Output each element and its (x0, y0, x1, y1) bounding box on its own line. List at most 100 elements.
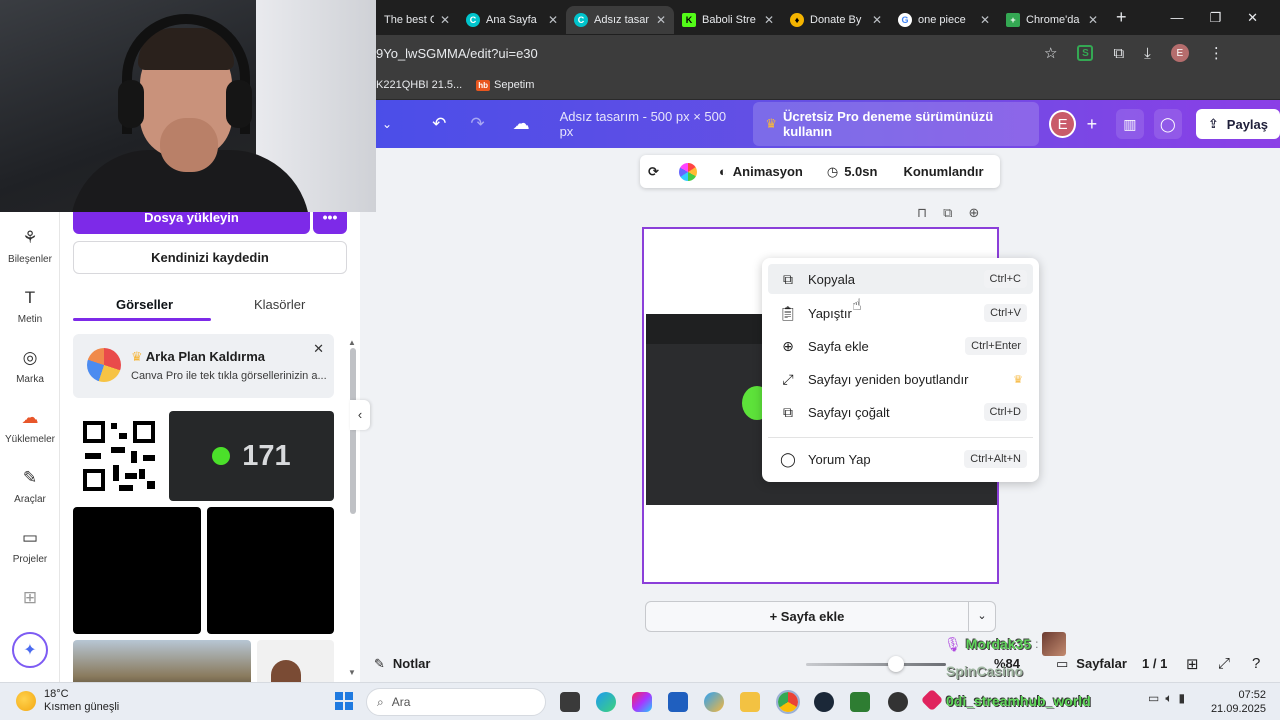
app-diamond-icon[interactable] (920, 688, 944, 712)
panel-scrollbar[interactable] (350, 348, 356, 514)
close-icon[interactable]: ✕ (313, 341, 324, 357)
menu-item-resize-page[interactable]: ⤢ Sayfayı yeniden boyutlandır ♛ (768, 364, 1033, 394)
redo-icon[interactable]: ↷ (470, 114, 484, 134)
record-yourself-button[interactable]: Kendinizi kaydedin (73, 241, 347, 274)
maximize-icon[interactable]: ❐ (1209, 10, 1221, 26)
obs-icon[interactable] (888, 692, 908, 712)
close-window-icon[interactable]: ✕ (1247, 10, 1258, 26)
close-icon[interactable]: ✕ (764, 13, 774, 27)
network-icon[interactable]: ▭ (1148, 691, 1159, 706)
excel-icon[interactable] (850, 692, 870, 712)
close-icon[interactable]: ✕ (548, 13, 558, 27)
url-text[interactable]: 9Yo_lwSGMMA/edit?ui=e30 (376, 46, 1038, 61)
scroll-up-icon[interactable]: ▲ (348, 338, 356, 347)
notes-button[interactable]: ✎ Notlar (374, 656, 430, 672)
rail-item-uploads[interactable]: ☁ Yüklemeler (0, 408, 60, 445)
comment-icon[interactable]: ◯ (1153, 109, 1182, 139)
menu-item-duplicate-page[interactable]: ⧉ Sayfayı çoğalt Ctrl+D (768, 397, 1033, 427)
browser-tab[interactable]: ♦ Donate By ✕ (782, 6, 890, 34)
replace-icon[interactable]: ⟳ (648, 164, 659, 180)
battery-icon[interactable]: ▮ (1179, 691, 1186, 706)
add-page-icon[interactable]: ⊕ (968, 205, 979, 221)
menu-item-comment[interactable]: ◯ Yorum Yap Ctrl+Alt+N (768, 444, 1033, 474)
scroll-down-icon[interactable]: ▼ (348, 668, 356, 677)
menu-item-copy[interactable]: ⧉ Kopyala Ctrl+C (768, 264, 1033, 294)
avatar[interactable]: E (1049, 110, 1076, 138)
document-title[interactable]: Adsız tasarım - 500 px × 500 px (560, 109, 732, 139)
close-icon[interactable]: ✕ (980, 13, 990, 27)
browser-tab[interactable]: C Ana Sayfa ✕ (458, 6, 566, 34)
duplicate-page-icon[interactable]: ⧉ (943, 205, 952, 221)
animation-button[interactable]: ◐ Animasyon (719, 164, 803, 179)
browser-tab[interactable]: G one piece ✕ (890, 6, 998, 34)
task-view-icon[interactable] (560, 692, 580, 712)
close-icon[interactable]: ✕ (1088, 13, 1098, 27)
chevron-down-icon[interactable]: ⌄ (382, 117, 392, 131)
close-icon[interactable]: ✕ (440, 13, 450, 27)
rail-item-tools[interactable]: ✎ Araçlar (0, 468, 60, 505)
fullscreen-icon[interactable]: ⤢ (1218, 655, 1230, 672)
download-icon[interactable]: ⤓ (1144, 45, 1151, 62)
taskbar-clock[interactable]: 07:52 21.09.2025 (1211, 688, 1266, 716)
more-options-button[interactable]: ••• (313, 212, 347, 234)
edge-icon[interactable] (596, 692, 616, 712)
photos-icon[interactable] (704, 692, 724, 712)
bookmark-star-icon[interactable]: ☆ (1044, 44, 1057, 62)
steam-icon[interactable] (814, 692, 834, 712)
position-button[interactable]: Konumlandır (903, 164, 983, 179)
insights-chart-icon[interactable]: ▥ (1115, 109, 1144, 139)
rail-item-projects[interactable]: ▭ Projeler (0, 528, 60, 565)
volume-icon[interactable]: 🔈︎ (1165, 691, 1172, 706)
rail-item-brand[interactable]: ◎ Marka (0, 348, 60, 385)
add-page-button[interactable]: + Sayfa ekle (645, 601, 969, 632)
lock-icon[interactable]: ⊓ (917, 205, 927, 221)
close-icon[interactable]: ✕ (656, 13, 666, 27)
taskbar-search[interactable]: ⌕ Ara (366, 688, 546, 716)
photo-thumbnail[interactable] (257, 640, 334, 682)
pro-trial-button[interactable]: ♛ Ücretsiz Pro deneme sürümünüzü kullanın (753, 102, 1040, 146)
rail-item-elements[interactable]: ⚘ Bileşenler (0, 228, 60, 265)
file-explorer-icon[interactable] (740, 692, 760, 712)
minimize-icon[interactable]: — (1170, 10, 1183, 26)
extensions-puzzle-icon[interactable]: ⧉ (1113, 45, 1124, 62)
menu-item-paste[interactable]: 📋︎ Yapıştır Ctrl+V (768, 298, 1033, 328)
chrome-icon[interactable] (776, 690, 800, 714)
qr-code-thumbnail[interactable] (73, 411, 165, 501)
share-button[interactable]: ⇪ Paylaş (1195, 109, 1280, 139)
bookmark-item[interactable]: hb Sepetim (476, 79, 534, 91)
invite-plus-icon[interactable]: + (1078, 109, 1106, 139)
profile-avatar[interactable]: E (1170, 44, 1189, 62)
browser-tab[interactable]: The best C ✕ (376, 6, 458, 34)
tab-folders[interactable]: Klasörler (254, 297, 305, 312)
pages-button[interactable]: ▭ Sayfalar (1056, 656, 1127, 672)
menu-item-add-page[interactable]: ⊕ Sayfa ekle Ctrl+Enter (768, 331, 1033, 361)
new-tab-button[interactable]: + (1116, 7, 1127, 28)
weather-widget[interactable]: 18°C Kısmen güneşli (16, 688, 119, 714)
magic-ai-button[interactable]: ✦ (12, 632, 48, 668)
rail-item-text[interactable]: T Metin (0, 288, 60, 325)
collapse-panel-button[interactable]: ‹ (350, 400, 370, 430)
cloud-saved-icon[interactable]: ☁ (513, 114, 530, 134)
close-icon[interactable]: ✕ (872, 13, 882, 27)
duration-button[interactable]: ◷ 5.0sn (827, 164, 878, 180)
browser-tab[interactable]: + Chrome'da ✕ (998, 6, 1106, 34)
black-image-thumbnail[interactable] (207, 507, 334, 634)
black-image-thumbnail[interactable] (73, 507, 201, 634)
help-icon[interactable]: ? (1252, 655, 1260, 672)
zoom-slider-handle[interactable] (888, 656, 904, 672)
store-icon[interactable] (668, 692, 688, 712)
zoom-slider[interactable] (806, 663, 946, 666)
bookmark-item[interactable]: K221QHBI 21.5... (376, 79, 462, 91)
counter-thumbnail[interactable]: 171 (169, 411, 334, 501)
grid-view-icon[interactable]: ⊞ (1186, 655, 1199, 673)
browser-tab-active[interactable]: C Adsız tasar ✕ (566, 6, 674, 34)
rail-item-apps[interactable]: ⊞ (0, 588, 60, 614)
chevron-down-icon[interactable]: ⌄ (968, 601, 996, 632)
bg-remover-promo[interactable]: ♛ Arka Plan Kaldırma Canva Pro ile tek t… (73, 334, 334, 398)
upload-files-button[interactable]: Dosya yükleyin (73, 212, 310, 234)
copilot-icon[interactable] (632, 692, 652, 712)
undo-icon[interactable]: ↶ (432, 114, 446, 134)
tab-images[interactable]: Görseller (116, 297, 173, 312)
windows-start-icon[interactable] (335, 692, 353, 710)
chrome-menu-icon[interactable]: ⋮ (1209, 44, 1224, 62)
